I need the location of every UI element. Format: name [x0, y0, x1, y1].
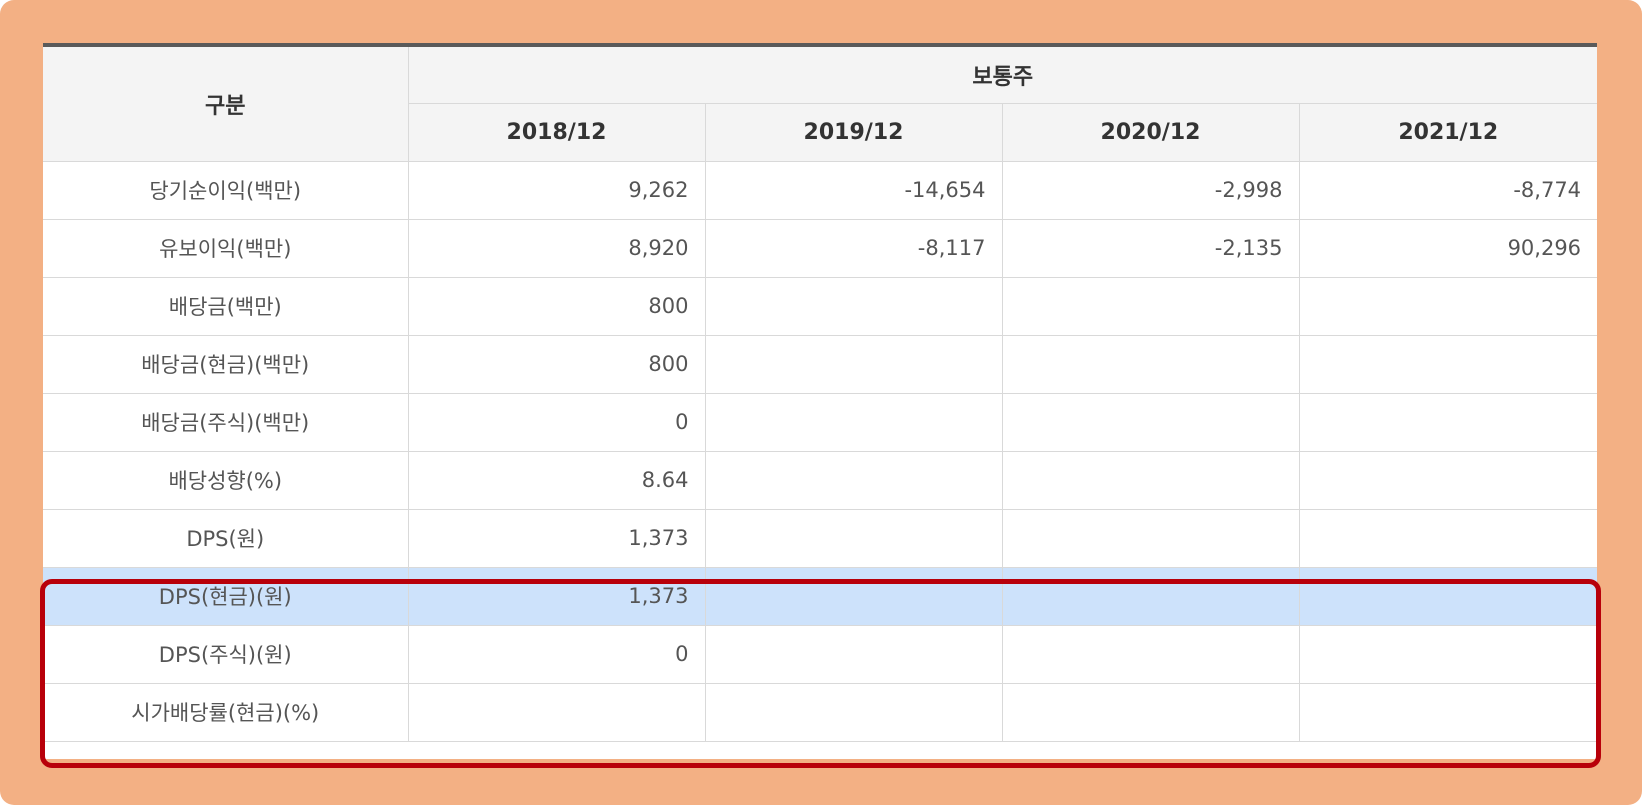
table-row-retained-earnings[interactable]: 유보이익(백만) 8,920 -8,117 -2,135 90,296: [43, 218, 1598, 278]
table-cell: 0: [407, 624, 706, 684]
table-cell: [407, 682, 706, 742]
header-row-group: 구분 보통주: [43, 45, 1598, 162]
category-header: 구분: [43, 45, 409, 162]
common-stock-header: 보통주: [407, 45, 1598, 104]
table-cell: [704, 508, 1003, 568]
table-cell: [1298, 276, 1598, 336]
table-row-dividends[interactable]: 배당금(백만) 800: [43, 276, 1598, 336]
table-cell: -2,135: [1001, 218, 1300, 278]
table-cell: -8,117: [704, 218, 1003, 278]
row-label: 시가배당률(현금)(%): [43, 682, 409, 742]
table-cell: [1001, 334, 1300, 394]
table-cell: [1001, 276, 1300, 336]
table-cell: [704, 682, 1003, 742]
table-cell: [1001, 682, 1300, 742]
table-cell: -2,998: [1001, 160, 1300, 220]
table-cell: [1298, 450, 1598, 510]
table-row-net-income[interactable]: 당기순이익(백만) 9,262 -14,654 -2,998 -8,774: [43, 160, 1598, 220]
row-label: 배당금(현금)(백만): [43, 334, 409, 394]
period-header: 2018/12: [408, 102, 706, 162]
table-cell: -8,774: [1298, 160, 1598, 220]
table-cell: 1,373: [407, 508, 706, 568]
table-cell: 8,920: [407, 218, 706, 278]
table-cell: [1298, 392, 1598, 452]
table-cell: [704, 276, 1003, 336]
table-cell: [1298, 334, 1598, 394]
row-label: 유보이익(백만): [43, 218, 409, 278]
table-cell: 800: [407, 334, 706, 394]
table-cell: [1001, 508, 1300, 568]
period-header: 2019/12: [704, 102, 1003, 162]
table-cell: [1298, 682, 1598, 742]
row-label: DPS(현금)(원): [43, 566, 409, 626]
row-label: DPS(원): [43, 508, 409, 568]
period-header: 2021/12: [1298, 102, 1598, 162]
screenshot-frame: 구분 보통주 2018/12 2019/12 2020/12 2021/12 당…: [0, 0, 1642, 805]
table-row-dps[interactable]: DPS(원) 1,373: [43, 508, 1598, 568]
table-cell: 8.64: [407, 450, 706, 510]
table-row-dps-stock[interactable]: DPS(주식)(원) 0: [43, 624, 1598, 684]
table-cell: [704, 624, 1003, 684]
table-cell: [1001, 566, 1300, 626]
table-cell: [704, 450, 1003, 510]
table-row-dividend-yield[interactable]: 시가배당률(현금)(%): [43, 682, 1598, 742]
table-cell: -14,654: [704, 160, 1003, 220]
table-cell: 800: [407, 276, 706, 336]
table-cell: [704, 334, 1003, 394]
table-row-dps-cash-selected[interactable]: DPS(현금)(원) 1,373: [43, 566, 1598, 626]
table-cell: [1001, 450, 1300, 510]
table-cell: [704, 566, 1003, 626]
table-cell: 0: [407, 392, 706, 452]
table-cell: [1298, 624, 1598, 684]
table-cell: [1298, 566, 1598, 626]
dividend-table-panel: 구분 보통주 2018/12 2019/12 2020/12 2021/12 당…: [43, 43, 1598, 759]
table-row-stock-dividends[interactable]: 배당금(주식)(백만) 0: [43, 392, 1598, 452]
row-label: 배당금(백만): [43, 276, 409, 336]
period-header: 2020/12: [1001, 102, 1300, 162]
table-cell: [1298, 508, 1598, 568]
table-cell: 9,262: [407, 160, 706, 220]
table-cell: [1001, 624, 1300, 684]
table-row-payout-ratio[interactable]: 배당성향(%) 8.64: [43, 450, 1598, 510]
table-cell: [1001, 392, 1300, 452]
row-label: 당기순이익(백만): [43, 160, 409, 220]
table-row-cash-dividends[interactable]: 배당금(현금)(백만) 800: [43, 334, 1598, 394]
row-label: 배당금(주식)(백만): [43, 392, 409, 452]
dividend-table: 구분 보통주 2018/12 2019/12 2020/12 2021/12 당…: [43, 43, 1598, 742]
table-cell: 90,296: [1298, 218, 1598, 278]
row-label: 배당성향(%): [43, 450, 409, 510]
row-label: DPS(주식)(원): [43, 624, 409, 684]
table-cell: 1,373: [407, 566, 706, 626]
table-cell: [704, 392, 1003, 452]
